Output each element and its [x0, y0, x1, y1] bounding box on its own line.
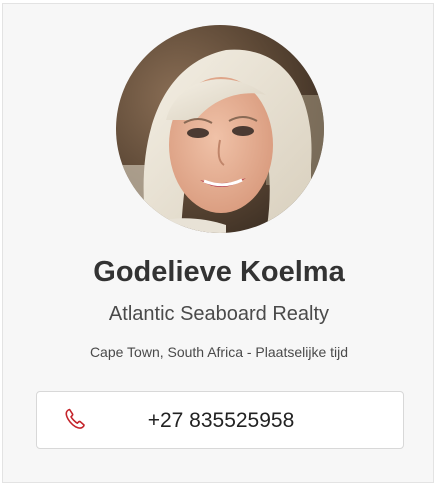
- agent-company: Atlantic Seaboard Realty: [108, 303, 330, 325]
- avatar: [116, 25, 324, 233]
- agent-name: Godelieve Koelma: [93, 256, 345, 288]
- call-button[interactable]: +27 835525958: [36, 391, 404, 449]
- agent-card: Godelieve Koelma Atlantic Seaboard Realt…: [2, 3, 434, 483]
- agent-location: Cape Town, South Africa - Plaatselijke t…: [89, 344, 349, 360]
- phone-number: +27 835525958: [147, 409, 295, 432]
